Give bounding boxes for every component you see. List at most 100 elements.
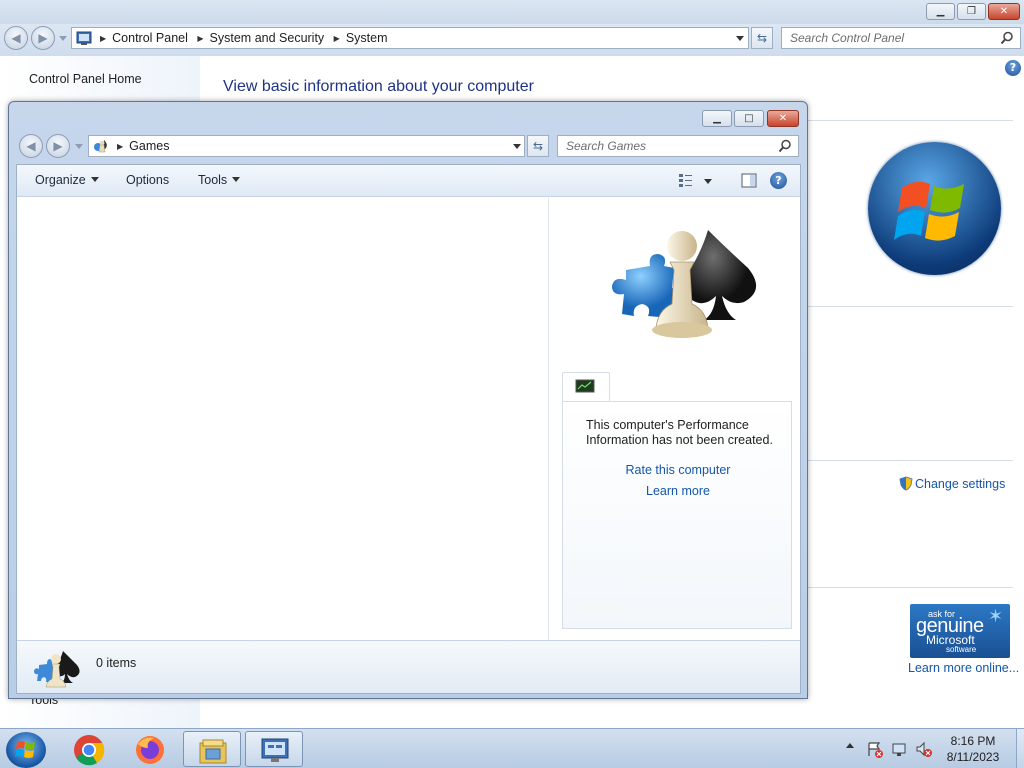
control-panel-icon (261, 738, 289, 762)
preview-pane-icon[interactable] (741, 173, 757, 189)
organize-menu-button[interactable]: Organize (35, 173, 99, 187)
show-hidden-icons-button[interactable] (846, 743, 854, 748)
games-details-pane: 0 items (17, 640, 800, 693)
cp-close-button[interactable]: ✕ (988, 3, 1020, 20)
performance-info-panel: This computer's Performance Information … (562, 401, 792, 629)
rate-this-computer-link[interactable]: Rate this computer (563, 463, 793, 477)
control-panel-home-link[interactable]: Control Panel Home (29, 72, 142, 86)
cp-address-bar[interactable]: ▶ Control Panel ▶ System and Security ▶ Sys… (71, 27, 749, 49)
windows-start-icon (15, 741, 35, 758)
refresh-icon: ⇆ (532, 139, 544, 153)
help-icon[interactable]: ? (1005, 60, 1021, 76)
control-panel-icon (76, 31, 92, 45)
chevron-down-icon (90, 177, 99, 182)
change-settings-label: Change settings (915, 477, 1006, 491)
file-explorer-icon (199, 739, 227, 764)
tools-menu-button[interactable]: Tools (198, 173, 241, 187)
breadcrumb-system-and-security[interactable]: System and Security (210, 31, 325, 45)
start-button[interactable] (6, 732, 46, 768)
firefox-icon (136, 736, 164, 764)
minimize-icon: ▁ (713, 113, 721, 124)
options-button[interactable]: Options (126, 173, 169, 187)
change-settings-link[interactable]: Change settings (899, 476, 1005, 491)
games-title-bar: ▁ □ ✕ (9, 102, 807, 130)
games-refresh-button[interactable]: ⇆ (527, 135, 549, 157)
minimize-icon: ▁ (936, 6, 945, 17)
games-search-input[interactable]: Search Games (557, 135, 799, 157)
games-address-bar[interactable]: ▶ Games (88, 135, 525, 157)
windows-logo-icon (868, 142, 1001, 275)
show-desktop-button[interactable] (1016, 729, 1024, 768)
performance-info-text: This computer's Performance Information … (586, 418, 773, 447)
breadcrumb-separator-icon: ▶ (117, 142, 124, 151)
taskbar-explorer-button[interactable] (183, 731, 241, 767)
options-label: Options (126, 173, 170, 187)
taskbar-control-panel-button[interactable] (245, 731, 303, 767)
address-dropdown-icon[interactable] (736, 36, 744, 41)
page-title: View basic information about your comput… (223, 78, 534, 95)
taskbar-firefox-button[interactable] (121, 731, 179, 767)
games-navigation-bar: ◀ ▶ ▶ Games ⇆ Search Games (9, 130, 807, 164)
performance-monitor-icon (575, 379, 595, 393)
games-minimize-button[interactable]: ▁ (702, 110, 732, 127)
breadcrumb-games[interactable]: Games (129, 139, 169, 153)
view-options-icon[interactable] (678, 173, 714, 189)
learn-more-link[interactable]: Learn more (563, 484, 793, 498)
search-icon (1000, 31, 1013, 45)
uac-shield-icon (899, 476, 913, 491)
breadcrumb-separator-icon: ▶ (333, 34, 340, 43)
games-command-bar: Organize Options Tools ? (17, 165, 800, 197)
games-recent-pages-icon[interactable] (75, 144, 83, 149)
close-icon: ✕ (778, 113, 788, 124)
cp-forward-button[interactable]: ▶ (31, 26, 55, 50)
chevron-down-icon (232, 177, 241, 182)
breadcrumb-separator-icon: ▶ (100, 34, 107, 43)
games-window: ▁ □ ✕ ◀ ▶ ▶ Games ⇆ Search Games Organize… (8, 101, 808, 699)
games-forward-button[interactable]: ▶ (46, 134, 70, 158)
cp-recent-pages-icon[interactable] (59, 36, 67, 41)
organize-label: Organize (35, 173, 86, 187)
games-explorer-icon (612, 230, 757, 338)
forward-arrow-icon: ▶ (38, 31, 48, 45)
games-search-placeholder: Search Games (566, 139, 647, 153)
address-dropdown-icon[interactable] (513, 144, 521, 149)
cp-back-button[interactable]: ◀ (4, 26, 28, 50)
action-center-icon[interactable] (866, 741, 884, 759)
close-icon: ✕ (999, 6, 1009, 17)
breadcrumb-control-panel[interactable]: Control Panel (112, 31, 188, 45)
games-file-list[interactable] (17, 198, 549, 640)
games-back-button[interactable]: ◀ (19, 134, 43, 158)
tools-label: Tools (198, 173, 228, 187)
refresh-icon: ⇆ (756, 31, 768, 45)
genuine-line4: software (946, 645, 977, 654)
performance-tab[interactable] (562, 372, 610, 402)
breadcrumb-system[interactable]: System (346, 31, 388, 45)
network-icon[interactable] (891, 741, 909, 759)
games-maximize-button[interactable]: □ (734, 110, 764, 127)
breadcrumb-separator-icon: ▶ (197, 34, 204, 43)
clock-time[interactable]: 8:16 PM (930, 734, 1016, 748)
forward-arrow-icon: ▶ (53, 139, 63, 153)
taskbar: 8:16 PM 8/11/2023 (0, 728, 1024, 768)
back-arrow-icon: ◀ (26, 139, 36, 153)
cp-refresh-button[interactable]: ⇆ (751, 27, 773, 49)
cp-restore-button[interactable]: ❐ (957, 3, 986, 20)
games-content-area: Organize Options Tools ? This computer's… (16, 164, 801, 694)
maximize-icon: □ (744, 113, 754, 124)
cp-search-input[interactable]: Search Control Panel (781, 27, 1021, 49)
cp-title-bar: ▁ ❐ ✕ (0, 0, 1024, 24)
games-close-button[interactable]: ✕ (767, 110, 799, 127)
learn-more-online-link[interactable]: Learn more online... (908, 661, 1019, 675)
star-icon: ✶ (988, 606, 1004, 626)
clock-date[interactable]: 8/11/2023 (930, 750, 1016, 764)
games-explorer-small-icon (34, 651, 80, 688)
back-arrow-icon: ◀ (11, 31, 21, 45)
games-folder-icon (94, 140, 107, 153)
taskbar-chrome-button[interactable] (60, 731, 118, 767)
help-icon[interactable]: ? (770, 172, 787, 189)
items-count-label: 0 items (96, 656, 137, 670)
genuine-microsoft-badge[interactable]: ask for genuine Microsoft software ✶ (910, 604, 1010, 658)
restore-icon: ❐ (967, 6, 976, 17)
cp-minimize-button[interactable]: ▁ (926, 3, 955, 20)
games-preview-pane: This computer's Performance Information … (550, 198, 800, 640)
